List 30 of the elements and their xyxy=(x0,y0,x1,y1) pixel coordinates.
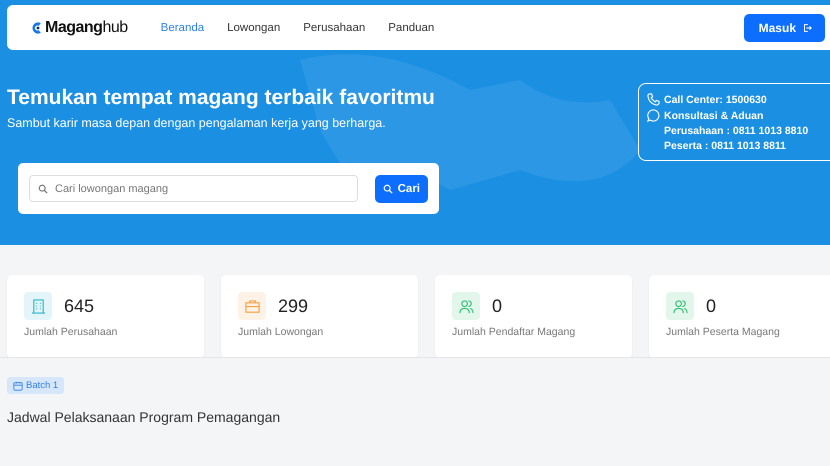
search-button[interactable]: Cari xyxy=(374,174,428,202)
schedule-title: Jadwal Pelaksanaan Program Pemagangan xyxy=(7,408,282,424)
contact-text: Peserta : 0811 1013 8811 xyxy=(664,140,786,152)
login-icon xyxy=(802,22,812,32)
nav-link[interactable]: Panduan xyxy=(388,22,434,34)
calendar-icon xyxy=(13,380,23,390)
contact-text: Konsultasi & Aduan xyxy=(664,110,764,122)
chat-icon xyxy=(647,109,660,122)
stat-value: 645 xyxy=(64,296,94,316)
stat-value: 299 xyxy=(278,296,308,316)
hero-title: Temukan tempat magang terbaik favoritmu xyxy=(7,86,436,110)
nav-link[interactable]: Beranda xyxy=(160,22,204,34)
stat-label: Jumlah Lowongan xyxy=(238,326,324,338)
stat-value: 0 xyxy=(706,296,716,316)
logo-text[interactable]: Maganghub xyxy=(45,18,128,36)
search-field[interactable]: Cari lowongan magang xyxy=(29,175,358,202)
contact-text: Call Center: 1500630 xyxy=(664,94,767,106)
stat-label: Jumlah Pendaftar Magang xyxy=(452,326,576,338)
hero-subtitle: Sambut karir masa depan dengan pengalaman kerja yang berharga. xyxy=(7,116,387,130)
nav-link[interactable]: Perusahaan xyxy=(303,22,366,34)
stat-value: 0 xyxy=(492,296,502,316)
stat-label: Jumlah Peserta Magang xyxy=(666,326,781,338)
contact-text: Perusahaan : 0811 1013 8810 xyxy=(664,125,808,137)
search-icon xyxy=(38,184,48,194)
batch-badge: Batch 1 xyxy=(7,377,64,394)
phone-icon xyxy=(647,93,660,106)
search-icon xyxy=(382,184,393,194)
stat-label: Jumlah Perusahaan xyxy=(24,326,118,338)
login-button[interactable]: Masuk xyxy=(744,14,825,42)
nav-link[interactable]: Lowongan xyxy=(227,22,280,34)
